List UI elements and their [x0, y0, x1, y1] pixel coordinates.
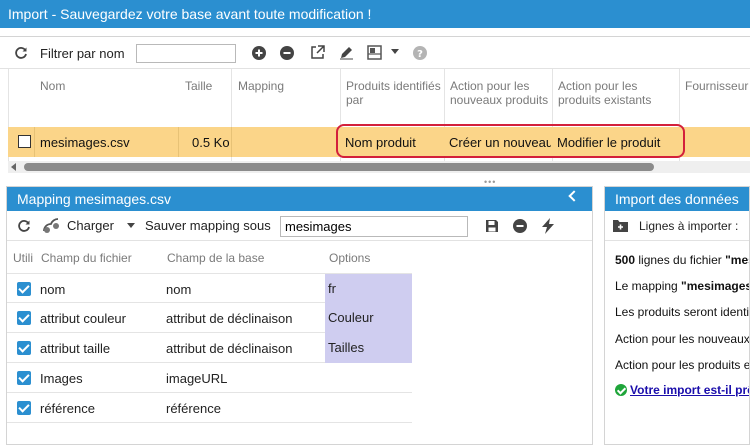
import-mapping-line: Le mapping "mesimages"	[615, 279, 749, 293]
use-checkbox[interactable]	[17, 341, 31, 355]
mapping-panel: Mapping mesimages.csv Charger Sauver map…	[6, 186, 593, 445]
lightning-icon[interactable]	[541, 218, 555, 234]
files-grid: Filtrer par nom ? Nom Taille Mapping Pro…	[0, 36, 750, 176]
col-header-fournisseur[interactable]: Fournisseur	[685, 79, 748, 93]
mapping-row[interactable]: attribut couleur attribut de déclinaison…	[7, 303, 412, 333]
col-header-options[interactable]: Options	[329, 251, 370, 265]
remove-icon[interactable]	[280, 46, 294, 60]
file-field: attribut couleur	[40, 311, 126, 326]
refresh-icon[interactable]	[14, 46, 28, 60]
rows-to-import-label: Lignes à importer :	[639, 219, 739, 233]
col-header-use[interactable]: Utili	[13, 251, 33, 265]
mapping-row[interactable]: nom nom fr	[7, 273, 412, 304]
columns-icon[interactable]	[367, 45, 382, 60]
remove-icon[interactable]	[513, 219, 527, 233]
db-field[interactable]: référence	[166, 401, 221, 416]
col-header-db-field[interactable]: Champ de la base	[167, 251, 264, 265]
save-mapping-label: Sauver mapping sous	[145, 218, 271, 233]
filter-label: Filtrer par nom	[40, 46, 125, 61]
import-summary-lines: 500 lignes du fichier "mes	[615, 253, 749, 267]
column-divider	[231, 127, 232, 157]
column-divider	[178, 127, 179, 157]
file-field: référence	[40, 401, 95, 416]
import-toolbar: Lignes à importer :	[605, 211, 749, 241]
highlight-annotation	[336, 124, 685, 158]
mapping-toolbar: Charger Sauver mapping sous	[7, 211, 592, 241]
col-header-taille[interactable]: Taille	[185, 79, 212, 93]
col-header-file-field[interactable]: Champ du fichier	[41, 251, 132, 265]
file-field: nom	[40, 282, 66, 297]
save-icon[interactable]	[485, 219, 499, 233]
import-identified-line: Les produits seront identif	[615, 305, 750, 319]
import-panel-title: Import des données	[605, 187, 749, 211]
use-checkbox[interactable]	[17, 371, 31, 385]
open-external-icon[interactable]	[310, 45, 325, 60]
files-toolbar: Filtrer par nom ?	[0, 37, 750, 69]
file-field: Images	[40, 371, 83, 386]
rows-count: 500	[615, 253, 636, 267]
svg-text:?: ?	[417, 49, 423, 60]
help-icon[interactable]: ?	[413, 46, 427, 60]
use-checkbox[interactable]	[17, 401, 31, 415]
import-new-action-line: Action pour les nouveaux	[615, 332, 750, 346]
add-folder-icon[interactable]	[613, 219, 628, 232]
db-field[interactable]: attribut de déclinaison	[166, 311, 292, 326]
option-cell[interactable]: Tailles	[325, 333, 412, 363]
caret-down-icon[interactable]	[391, 49, 399, 55]
option-cell[interactable]: Couleur	[325, 303, 412, 333]
import-existing-action-line: Action pour les produits ex	[615, 358, 750, 372]
load-mapping-icon[interactable]	[41, 217, 65, 235]
mapping-panel-title: Mapping mesimages.csv	[7, 187, 592, 211]
db-field[interactable]: imageURL	[166, 371, 227, 386]
db-field[interactable]: attribut de déclinaison	[166, 341, 292, 356]
load-button[interactable]: Charger	[67, 218, 114, 233]
add-icon[interactable]	[252, 46, 266, 60]
file-field: attribut taille	[40, 341, 111, 356]
filter-name-input[interactable]	[136, 44, 236, 63]
use-checkbox[interactable]	[17, 282, 31, 296]
import-ready-line[interactable]: Votre import est-il prê	[615, 383, 749, 397]
option-cell[interactable]: fr	[325, 274, 412, 304]
column-divider	[34, 127, 35, 157]
scrollbar-thumb[interactable]	[24, 163, 654, 171]
col-header-mapping[interactable]: Mapping	[238, 79, 284, 93]
mapping-text: Le mapping	[615, 279, 682, 293]
db-field[interactable]: nom	[166, 282, 191, 297]
col-header-action-existants[interactable]: Action pour les produits existants	[558, 79, 673, 107]
col-header-action-nouveaux[interactable]: Action pour les nouveaux produits	[450, 79, 555, 107]
import-ready-link[interactable]: Votre import est-il prê	[630, 383, 749, 397]
col-header-identifies-par[interactable]: Produits identifiés par	[346, 79, 446, 107]
mapping-row[interactable]: référence référence	[7, 393, 412, 423]
rows-text: lignes du fichier	[635, 253, 726, 267]
edit-icon[interactable]	[339, 45, 354, 60]
mapping-name-input[interactable]	[280, 216, 468, 237]
scroll-left-icon[interactable]	[11, 163, 16, 171]
cell-nom: mesimages.csv	[40, 135, 130, 150]
use-checkbox[interactable]	[17, 311, 31, 325]
caret-down-icon[interactable]	[127, 223, 135, 229]
mapping-row[interactable]: Images imageURL	[7, 363, 412, 393]
window-title: Import - Sauvegardez votre base avant to…	[0, 0, 750, 28]
refresh-icon[interactable]	[17, 219, 31, 233]
file-name: "mes	[725, 253, 749, 267]
row-select-checkbox[interactable]	[18, 135, 31, 148]
mapping-row[interactable]: attribut taille attribut de déclinaison …	[7, 333, 412, 363]
col-header-nom[interactable]: Nom	[40, 79, 65, 93]
import-panel: Import des données Lignes à importer : 5…	[604, 186, 750, 445]
check-circle-icon	[615, 384, 627, 396]
cell-taille: 0.5 Ko	[192, 135, 230, 150]
mapping-name: "mesimages"	[681, 279, 749, 293]
